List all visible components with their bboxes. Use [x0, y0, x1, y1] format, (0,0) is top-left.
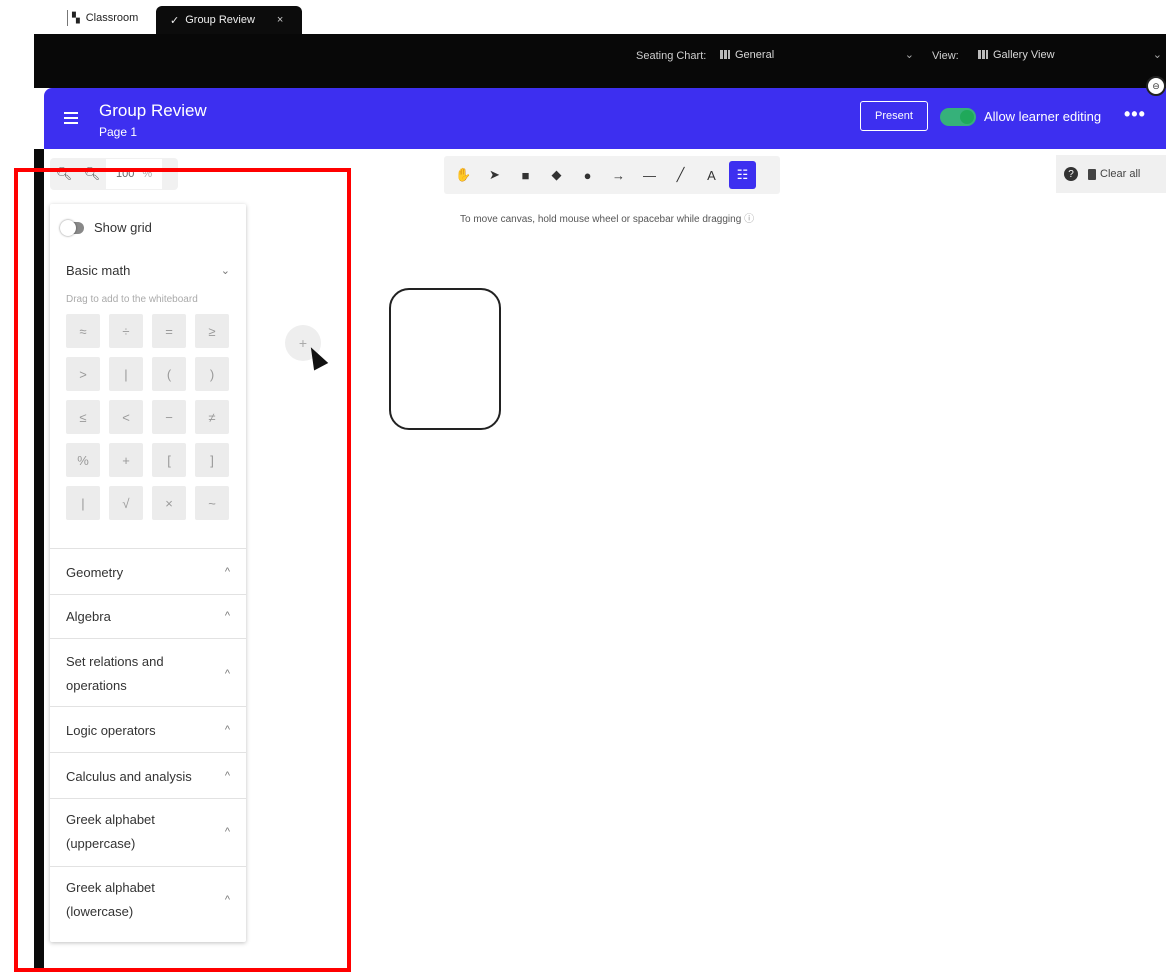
page-number: Page 1	[99, 125, 138, 139]
view-value: Gallery View	[993, 48, 1055, 61]
view-select[interactable]: Gallery View ⌄	[978, 48, 1162, 61]
pointer-icon[interactable]: ➤	[481, 161, 508, 189]
clear-all-button[interactable]: Clear all	[1088, 168, 1140, 180]
chevron-down-icon: ⌄	[1152, 49, 1162, 61]
help-icon[interactable]: ?	[1064, 167, 1078, 181]
clear-all-label: Clear all	[1100, 168, 1141, 180]
move-canvas-hint-text: To move canvas, hold mouse wheel or spac…	[460, 214, 742, 225]
more-options-icon[interactable]: •••	[1124, 104, 1146, 125]
right-tools: ? Clear all	[1056, 155, 1166, 193]
info-icon[interactable]: ⓘ	[744, 214, 754, 225]
view-label: View:	[932, 50, 959, 62]
tab-classroom-label: Classroom	[85, 12, 139, 24]
seating-chart-select[interactable]: General ⌄	[720, 48, 914, 61]
grid-icon	[978, 50, 988, 59]
canvas-rounded-rectangle[interactable]	[389, 288, 501, 430]
pen-icon[interactable]: ╱	[667, 161, 694, 189]
diamond-icon[interactable]: ◆	[543, 161, 570, 189]
hand-icon[interactable]: ✋	[450, 161, 477, 189]
whiteboard-header: Group Review Page 1 Present Allow learne…	[44, 88, 1166, 149]
tab-group-review-label: Group Review	[185, 14, 255, 26]
check-icon: ✓	[170, 14, 180, 27]
tab-group-review[interactable]: ✓ Group Review ×	[156, 6, 302, 34]
allow-learner-editing-label: Allow learner editing	[984, 109, 1102, 124]
allow-learner-editing-toggle[interactable]	[940, 108, 976, 126]
text-icon[interactable]: A	[698, 161, 725, 189]
seating-chart-value: General	[735, 48, 775, 61]
tab-classroom[interactable]: ▚ Classroom	[72, 8, 138, 28]
circle-icon[interactable]: ●	[574, 161, 601, 189]
move-canvas-hint: To move canvas, hold mouse wheel or spac…	[460, 210, 754, 225]
top-dark-bar: Seating Chart: General ⌄ View: Gallery V…	[34, 34, 1166, 88]
page-title: Group Review	[99, 101, 207, 120]
grid-icon	[720, 50, 730, 59]
highlight-annotation-box	[14, 168, 351, 972]
drawing-toolbar: ✋ ➤ ■ ◆ ● → — ╱ A ☷	[444, 156, 780, 194]
menu-icon[interactable]	[64, 112, 78, 124]
arrow-icon[interactable]: →	[605, 161, 632, 189]
browser-tab-strip: ▚ Classroom ✓ Group Review ×	[0, 0, 1166, 34]
seating-chart-label: Seating Chart:	[636, 50, 707, 62]
trash-icon	[1088, 168, 1096, 180]
present-button[interactable]: Present	[860, 101, 928, 131]
line-icon[interactable]: —	[636, 161, 663, 189]
avatar[interactable]: ⊖	[1146, 76, 1166, 96]
math-icon[interactable]: ☷	[729, 161, 756, 189]
chevron-down-icon: ⌄	[904, 49, 914, 61]
classroom-icon: ▚	[72, 12, 80, 24]
tab-separator	[67, 10, 68, 26]
square-icon[interactable]: ■	[512, 161, 539, 189]
close-tab-icon[interactable]: ×	[277, 14, 283, 26]
